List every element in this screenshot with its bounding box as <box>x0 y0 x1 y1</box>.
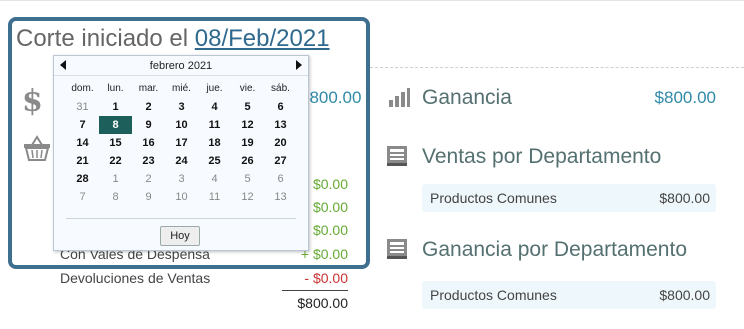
corte-title: Corte iniciado el 08/Feb/2021 <box>16 25 330 53</box>
ganancia-value: $800.00 <box>654 88 716 107</box>
bar-chart-icon <box>389 88 410 107</box>
calendar-weeks: 31 1 2 3 4 5 6 7 8 9 10 11 12 13 14 15 16 17 18 19 20 21 22 23 2… <box>66 98 298 206</box>
dow-tue: mar. <box>138 83 159 94</box>
calendar-day[interactable]: 4 <box>198 170 231 188</box>
calendar-dow-row: dom. lun. mar. mié. jue. vie. sáb. <box>66 80 298 98</box>
calendar-header: febrero 2021 <box>54 56 308 76</box>
calendar-day[interactable]: 3 <box>165 170 198 188</box>
ventas-dept-name: Productos Comunes <box>430 190 557 206</box>
ventas-dept-row: Productos Comunes $800.00 <box>422 184 716 212</box>
calendar-day[interactable]: 25 <box>198 152 231 170</box>
calendar-day[interactable]: 28 <box>66 170 99 188</box>
today-button[interactable]: Hoy <box>160 226 200 246</box>
calendar-day[interactable]: 2 <box>132 170 165 188</box>
calendar-day[interactable]: 6 <box>264 170 297 188</box>
calendar-day[interactable]: 13 <box>264 188 297 206</box>
next-month-icon[interactable] <box>296 60 302 70</box>
calendar-day[interactable]: 21 <box>66 152 99 170</box>
ganancia-dept-value: $800.00 <box>659 287 710 303</box>
ventas-dept-title: Ventas por Departamento <box>422 145 662 168</box>
sales-total-amount: $800.00 <box>300 88 362 107</box>
calendar-day[interactable]: 26 <box>231 152 264 170</box>
dashed-divider <box>370 67 744 68</box>
calendar-day[interactable]: 20 <box>264 134 297 152</box>
dow-wed: mié. <box>172 83 191 94</box>
calendar-day[interactable]: 16 <box>132 134 165 152</box>
calendar-day[interactable]: 22 <box>99 152 132 170</box>
calendar-day[interactable]: 23 <box>132 152 165 170</box>
list-icon <box>387 146 407 166</box>
ventas-dept-value: $800.00 <box>659 190 710 206</box>
calendar-day[interactable]: 1 <box>99 170 132 188</box>
calendar-week-row: 14 15 16 17 18 19 20 <box>66 134 298 152</box>
calendar-day[interactable]: 9 <box>132 116 165 134</box>
calendar-day[interactable]: 13 <box>264 116 297 134</box>
total-amount: $800.00 <box>297 295 348 311</box>
total-divider <box>282 290 348 291</box>
dow-mon: lun. <box>107 83 124 94</box>
devoluciones-label: Devoluciones de Ventas <box>60 270 211 286</box>
ganancia-dept-row: Productos Comunes $800.00 <box>422 281 716 309</box>
dow-thu: jue. <box>206 83 223 94</box>
calendar-day[interactable]: 7 <box>66 116 99 134</box>
calendar-day[interactable]: 24 <box>165 152 198 170</box>
calendar-day[interactable]: 6 <box>264 98 297 116</box>
calendar-day[interactable]: 17 <box>165 134 198 152</box>
dow-sat: sáb. <box>271 83 290 94</box>
dow-fri: vie. <box>239 83 256 94</box>
calendar-day[interactable]: 3 <box>165 98 198 116</box>
calendar-month-label: febrero 2021 <box>149 60 213 72</box>
calendar-day[interactable]: 11 <box>198 116 231 134</box>
calendar-day[interactable]: 31 <box>66 98 99 116</box>
corte-date-link[interactable]: 08/Feb/2021 <box>195 25 330 52</box>
calendar-day[interactable]: 12 <box>231 188 264 206</box>
calendar-day[interactable]: 4 <box>198 98 231 116</box>
calendar-day[interactable]: 1 <box>99 98 132 116</box>
calendar-day[interactable]: 7 <box>66 188 99 206</box>
calendar-week-row: 28 1 2 3 4 5 6 <box>66 170 298 188</box>
calendar-day[interactable]: 5 <box>231 98 264 116</box>
dollar-icon: $ <box>22 84 43 119</box>
calendar-day[interactable]: 10 <box>165 116 198 134</box>
calendar-day[interactable]: 8 <box>99 188 132 206</box>
ganancia-title: Ganancia <box>422 86 512 109</box>
calendar-day[interactable]: 5 <box>231 170 264 188</box>
date-picker-calendar: febrero 2021 dom. lun. mar. mié. jue. vi… <box>53 55 309 251</box>
calendar-day[interactable]: 10 <box>165 188 198 206</box>
calendar-week-row: 31 1 2 3 4 5 6 <box>66 98 298 116</box>
calendar-day[interactable]: 2 <box>132 98 165 116</box>
corte-prefix: Corte iniciado el <box>16 25 189 52</box>
calendar-day[interactable]: 27 <box>264 152 297 170</box>
calendar-grid: dom. lun. mar. mié. jue. vie. sáb. 31 1 2 3… <box>66 80 298 206</box>
calendar-week-row: 7 8 9 10 11 12 13 <box>66 116 298 134</box>
ganancia-dept-name: Productos Comunes <box>430 287 557 303</box>
top-divider <box>0 0 744 1</box>
list-icon <box>387 239 407 259</box>
calendar-day[interactable]: 12 <box>231 116 264 134</box>
calendar-day[interactable]: 9 <box>132 188 165 206</box>
calendar-separator <box>66 218 296 219</box>
calendar-day[interactable]: 8 <box>99 116 132 134</box>
calendar-day[interactable]: 15 <box>99 134 132 152</box>
calendar-day[interactable]: 19 <box>231 134 264 152</box>
basket-icon <box>24 135 50 161</box>
calendar-day[interactable]: 14 <box>66 134 99 152</box>
ganancia-dept-title: Ganancia por Departamento <box>422 238 687 261</box>
devoluciones-amount: - $0.00 <box>304 270 348 286</box>
calendar-week-row: 21 22 23 24 25 26 27 <box>66 152 298 170</box>
calendar-week-row: 7 8 9 10 11 12 13 <box>66 188 298 206</box>
dow-sun: dom. <box>71 83 94 94</box>
calendar-day[interactable]: 18 <box>198 134 231 152</box>
calendar-day[interactable]: 11 <box>198 188 231 206</box>
